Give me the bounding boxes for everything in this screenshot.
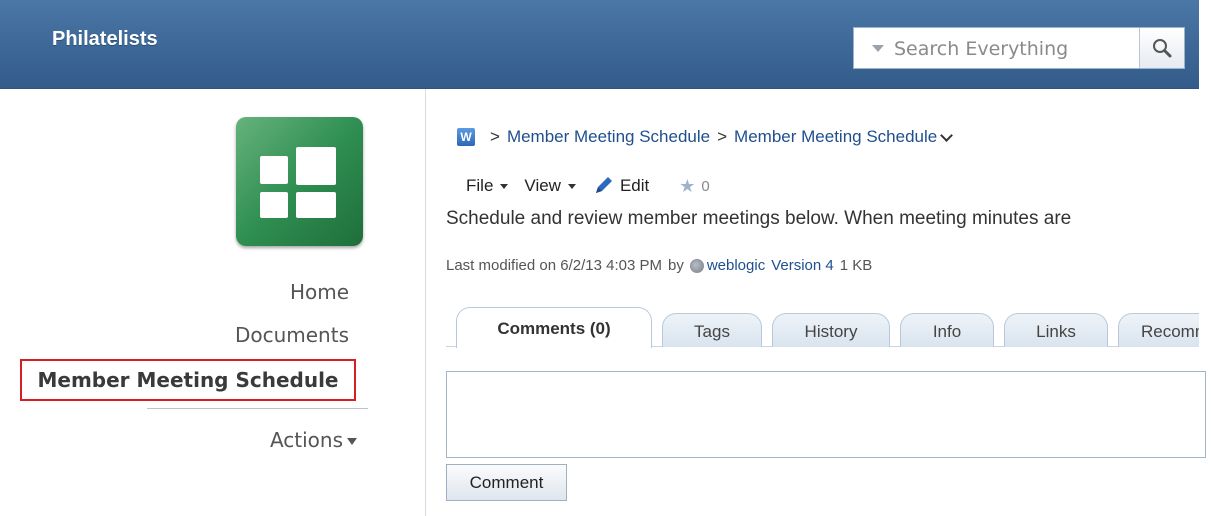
chevron-down-icon[interactable] [940, 128, 954, 142]
by-text: by [667, 257, 684, 274]
caret-down-icon [500, 183, 509, 189]
breadcrumb-separator: > [490, 127, 500, 146]
tab-strip: Comments (0) Tags History Info Links Rec… [446, 307, 1199, 348]
like-count: 0 [701, 177, 710, 195]
file-size: 1 KB [839, 257, 873, 274]
pencil-icon [595, 177, 612, 193]
breadcrumb: W > Member Meeting Schedule > Member Mee… [457, 124, 954, 150]
file-menu[interactable]: File [466, 176, 509, 196]
sidebar-item-member-meeting-schedule[interactable]: Member Meeting Schedule [20, 359, 356, 401]
tab-info[interactable]: Info [900, 313, 994, 347]
actions-menu[interactable]: Actions [270, 428, 357, 452]
comment-button[interactable]: Comment [446, 464, 567, 501]
search-scope-dropdown-icon[interactable] [872, 45, 884, 52]
breadcrumb-separator: > [717, 127, 728, 146]
search-input[interactable]: Search Everything [894, 38, 1068, 60]
edit-label: Edit [619, 176, 650, 195]
breadcrumb-item[interactable]: Member Meeting Schedule [507, 127, 710, 147]
view-menu-label: View [524, 176, 561, 195]
breadcrumb-item-current[interactable]: Member Meeting Schedule [734, 127, 937, 147]
version-link[interactable]: Version 4 [771, 257, 834, 274]
comment-textarea[interactable] [446, 371, 1206, 458]
top-header: Philatelists Search Everything [0, 0, 1199, 89]
tab-recommendations[interactable]: Recomm [1118, 313, 1199, 347]
file-menu-label: File [466, 176, 494, 195]
caret-down-icon [567, 183, 576, 189]
magnifier-icon [1153, 39, 1172, 58]
star-icon[interactable]: ★ [679, 176, 695, 197]
edit-button[interactable]: Edit [592, 175, 649, 197]
tab-history[interactable]: History [772, 313, 890, 347]
sidebar-item-documents[interactable]: Documents [235, 323, 349, 347]
user-status-icon [689, 258, 704, 273]
author-link[interactable]: weblogic [707, 257, 765, 274]
tab-comments[interactable]: Comments (0) [456, 307, 652, 348]
sidebar-divider [425, 89, 426, 516]
space-logo-icon [236, 117, 363, 246]
tab-links[interactable]: Links [1004, 313, 1108, 347]
document-metadata: Last modified on 6/2/13 4:03 PM by weblo… [446, 257, 872, 274]
page-description: Schedule and review member meetings belo… [446, 208, 1072, 229]
view-menu[interactable]: View [524, 176, 576, 196]
sidebar-separator [147, 408, 368, 409]
sidebar-item-home[interactable]: Home [290, 280, 349, 304]
app-title[interactable]: Philatelists [52, 28, 158, 51]
search-button[interactable] [1139, 28, 1184, 68]
actions-label: Actions [269, 428, 343, 452]
last-modified-text: Last modified on 6/2/13 4:03 PM [446, 257, 662, 274]
wiki-document-icon[interactable]: W [457, 128, 475, 146]
document-toolbar: File View Edit ★ 0 [466, 173, 710, 199]
search-box[interactable]: Search Everything [853, 27, 1185, 69]
tab-tags[interactable]: Tags [662, 313, 762, 347]
caret-down-icon [347, 438, 357, 445]
